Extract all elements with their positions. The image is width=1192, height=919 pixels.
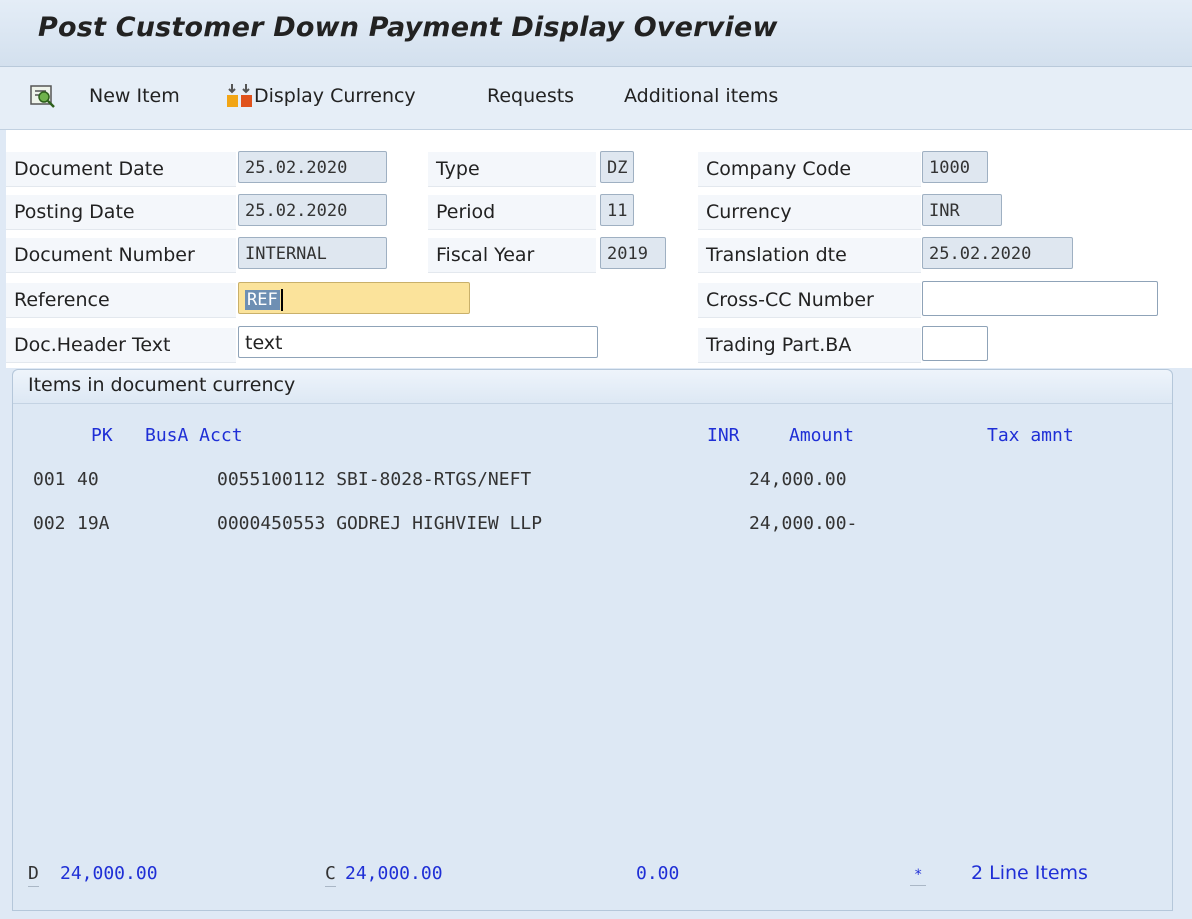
currency-label: Currency — [698, 195, 921, 230]
column-header-busa-acct: BusA Acct — [145, 425, 243, 446]
fiscal-year-label: Fiscal Year — [428, 238, 596, 273]
balance-total: 0.00 — [636, 863, 680, 884]
additional-items-button[interactable]: Additional items — [624, 85, 778, 107]
title-bar: Post Customer Down Payment Display Overv… — [0, 0, 1192, 67]
column-header-pk: PK — [91, 425, 113, 446]
column-header-currency: INR — [707, 425, 740, 446]
company-code-label: Company Code — [698, 152, 921, 187]
debit-label: D — [28, 863, 39, 887]
trading-part-ba-label: Trading Part.BA — [698, 328, 921, 363]
credit-label: C — [325, 863, 336, 887]
display-currency-icon — [224, 81, 256, 115]
period-label: Period — [428, 195, 596, 230]
row-number: 001 — [33, 469, 66, 490]
row-posting-key: 40 — [77, 469, 99, 490]
reference-label: Reference — [6, 283, 236, 318]
items-panel-title: Items in document currency — [28, 374, 296, 396]
items-panel: Items in document currency PK BusA Acct … — [12, 369, 1173, 911]
company-code-field[interactable]: 1000 — [922, 151, 988, 183]
type-label: Type — [428, 152, 596, 187]
row-account[interactable]: 0055100112 SBI-8028-RTGS/NEFT — [217, 469, 531, 490]
doc-header-text-field[interactable]: text — [238, 326, 598, 358]
translation-date-field[interactable]: 25.02.2020 — [922, 237, 1073, 269]
reference-value: REF — [245, 290, 280, 310]
document-number-label: Document Number — [6, 238, 236, 273]
trading-part-ba-field[interactable] — [922, 326, 988, 361]
items-panel-header: Items in document currency — [13, 370, 1172, 404]
text-cursor — [280, 288, 283, 311]
document-number-field[interactable]: INTERNAL — [238, 237, 387, 269]
credit-total: 24,000.00 — [345, 863, 443, 884]
application-toolbar: New Item Display Currency Requests Addit… — [0, 67, 1192, 130]
display-currency-button[interactable]: Display Currency — [254, 85, 416, 107]
column-header-tax-amount: Tax amnt — [987, 425, 1074, 446]
row-posting-key: 19A — [77, 513, 110, 534]
document-header: Document Date Posting Date Document Numb… — [6, 130, 1192, 368]
period-field[interactable]: 11 — [600, 194, 634, 226]
doc-header-text-label: Doc.Header Text — [6, 328, 236, 363]
translation-date-label: Translation dte — [698, 238, 921, 273]
row-amount: 24,000.00- — [749, 513, 858, 534]
debit-total: 24,000.00 — [60, 863, 158, 884]
new-item-button[interactable]: New Item — [89, 85, 180, 107]
posting-date-label: Posting Date — [6, 195, 236, 230]
cross-cc-number-label: Cross-CC Number — [698, 283, 921, 318]
document-date-field[interactable]: 25.02.2020 — [238, 151, 387, 183]
reference-field[interactable]: REF — [238, 282, 470, 314]
line-items-star: * — [910, 863, 927, 886]
row-account[interactable]: 0000450553 GODREJ HIGHVIEW LLP — [217, 513, 542, 534]
cross-cc-number-field[interactable] — [922, 281, 1158, 316]
fiscal-year-field[interactable]: 2019 — [600, 237, 666, 269]
posting-date-field[interactable]: 25.02.2020 — [238, 194, 387, 226]
row-amount: 24,000.00 — [749, 469, 847, 490]
line-items-count: 2 Line Items — [971, 862, 1088, 884]
requests-button[interactable]: Requests — [487, 85, 574, 107]
page-title: Post Customer Down Payment Display Overv… — [38, 12, 778, 43]
type-field[interactable]: DZ — [600, 151, 634, 183]
overview-search-icon[interactable] — [29, 83, 57, 113]
row-number: 002 — [33, 513, 66, 534]
document-date-label: Document Date — [6, 152, 236, 187]
column-header-amount: Amount — [789, 425, 855, 446]
currency-field[interactable]: INR — [922, 194, 1002, 226]
